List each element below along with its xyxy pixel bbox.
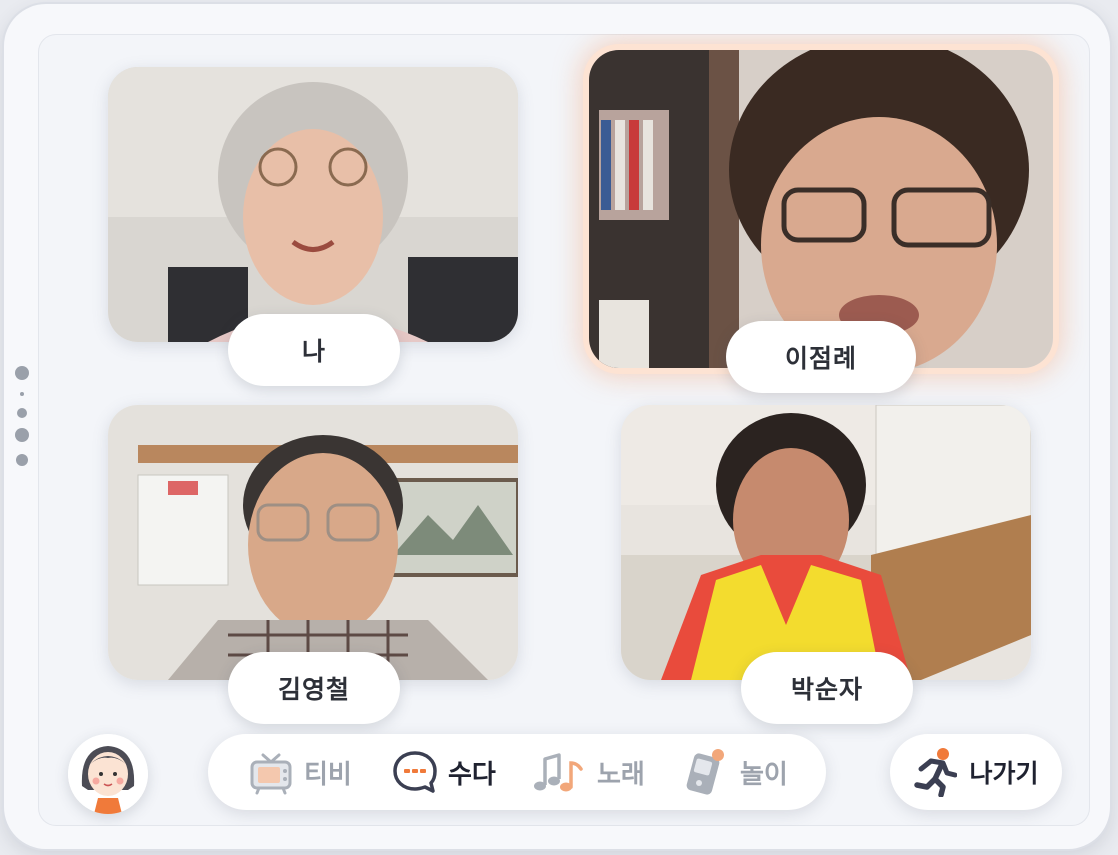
game-icon [686, 749, 724, 795]
exit-label: 나가기 [969, 759, 1039, 788]
activity-nav-bar: 티비 수다 노래 놀이 [208, 734, 826, 810]
participant-name-tag: 나 [228, 314, 400, 386]
music-note-icon [534, 753, 583, 792]
video-tile-participant-3[interactable] [108, 405, 518, 680]
video-call-screen: 나 이점례 김영철 박순자 티비 수다 노래 놀이 나가기 [38, 34, 1090, 826]
participant-name: 이점례 [784, 344, 857, 373]
exit-button[interactable]: 나가기 [890, 734, 1062, 810]
participant-name: 박순자 [790, 675, 863, 704]
nav-item-play[interactable]: 놀이 [682, 734, 788, 810]
nav-item-label: 티비 [304, 759, 352, 790]
running-person-icon [914, 748, 958, 797]
participant-name-tag: 이점례 [726, 321, 916, 393]
user-avatar[interactable] [68, 734, 148, 814]
video-feed-participant-4 [621, 405, 1031, 680]
nav-item-label: 노래 [597, 759, 645, 790]
tv-icon [250, 753, 292, 795]
tablet-frame: 나 이점례 김영철 박순자 티비 수다 노래 놀이 나가기 [4, 4, 1110, 849]
avatar-icon [68, 734, 148, 814]
participant-name-tag: 박순자 [741, 652, 913, 724]
side-buttons [15, 366, 29, 466]
nav-item-song[interactable]: 노래 [531, 734, 645, 810]
nav-item-tv[interactable]: 티비 [248, 734, 352, 810]
video-feed-me [108, 67, 518, 342]
video-tile-participant-4[interactable] [621, 405, 1031, 680]
nav-item-label: 수다 [448, 759, 496, 790]
participant-name: 김영철 [277, 675, 350, 704]
video-feed-participant-3 [108, 405, 518, 680]
chat-bubble-icon [393, 751, 437, 793]
nav-item-label: 놀이 [740, 759, 788, 790]
nav-item-chat[interactable]: 수다 [392, 734, 496, 810]
video-tile-me[interactable] [108, 67, 518, 342]
participant-name: 나 [301, 337, 326, 366]
participant-name-tag: 김영철 [228, 652, 400, 724]
